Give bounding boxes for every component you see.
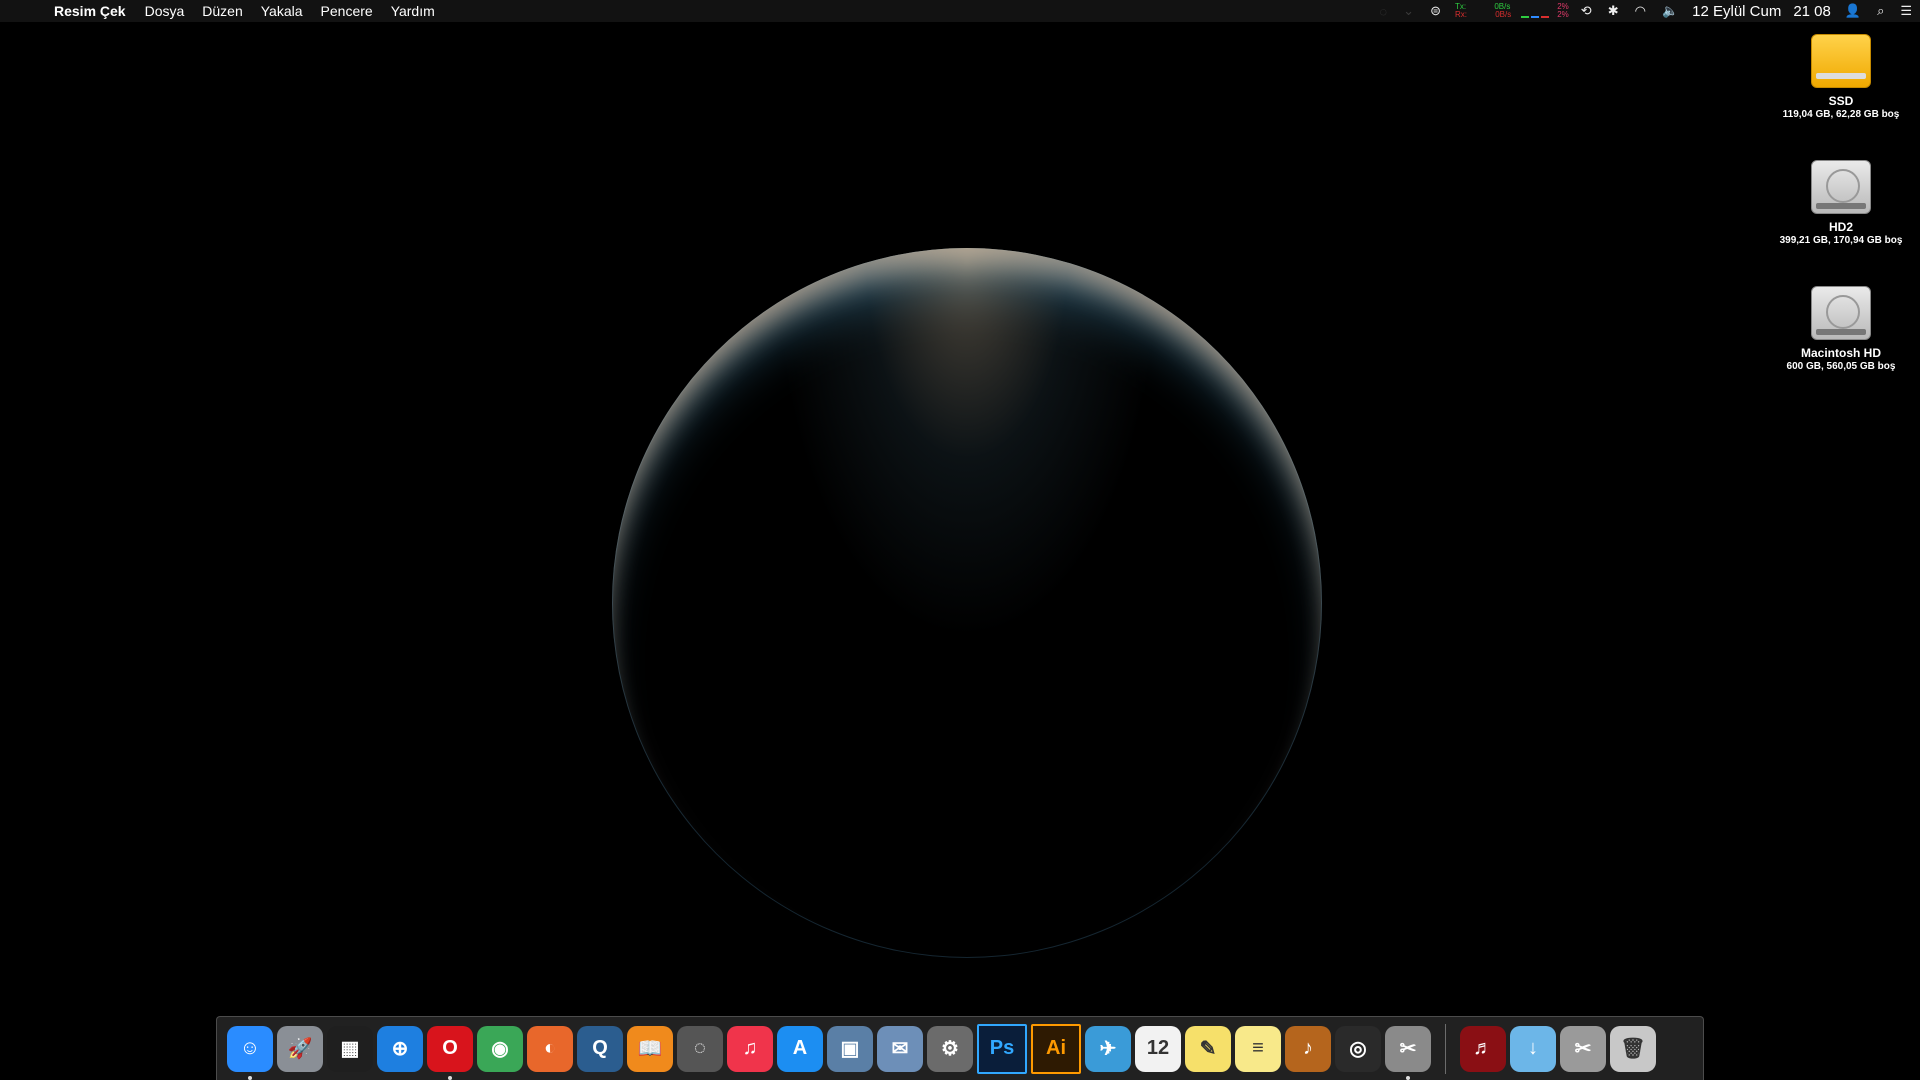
visibility-icon[interactable]: ◎ (1335, 1025, 1381, 1072)
dock-stacks: ♬ ↓ ✂ 🗑 (1458, 1025, 1658, 1072)
system-preferences-icon[interactable]: ⚙ (927, 1025, 973, 1072)
safari-icon[interactable]: ⊕ (377, 1025, 423, 1072)
quicktime-icon[interactable]: Q (577, 1025, 623, 1072)
memory-graph-icon[interactable] (1517, 4, 1553, 18)
finder-icon[interactable]: ☺ (227, 1025, 273, 1080)
opera-icon[interactable]: O (427, 1025, 473, 1080)
notification-center-icon[interactable]: ☰ (1892, 0, 1920, 22)
iphoto-icon[interactable]: ▣ (827, 1025, 873, 1072)
screenshot-icon[interactable]: ✂ (1385, 1025, 1431, 1080)
menu-bar: Resim Çek Dosya Düzen Yakala Pencere Yar… (0, 0, 1920, 22)
firefox-icon[interactable]: ◐ (527, 1025, 573, 1072)
downloads-folder-icon[interactable]: ↓ (1510, 1025, 1556, 1072)
menu-duzen[interactable]: Düzen (193, 3, 251, 19)
user-icon[interactable]: 👤 (1837, 0, 1869, 22)
desktop-drive-macintosh-hd[interactable]: Macintosh HD 600 GB, 560,05 GB boş (1761, 282, 1920, 373)
desktop-drive-hd2[interactable]: HD2 399,21 GB, 170,94 GB boş (1761, 156, 1920, 247)
hard-drive-icon (1811, 286, 1871, 340)
drive-name: SSD (1828, 94, 1854, 108)
drive-info: 600 GB, 560,05 GB boş (1786, 361, 1896, 372)
ibooks-icon[interactable]: 📖 (627, 1025, 673, 1072)
menu-yakala[interactable]: Yakala (252, 3, 312, 19)
chrome-icon[interactable]: ◉ (477, 1025, 523, 1072)
time-label[interactable]: 21 08 (1787, 3, 1837, 20)
spotlight-search-icon[interactable]: ⌕ (1869, 0, 1892, 22)
net-rx-value: 0B/s (1495, 10, 1512, 19)
network-monitor[interactable]: Tx: 0B/s Rx: 0B/s (1449, 3, 1517, 19)
preview-icon[interactable]: ✂ (1560, 1025, 1606, 1072)
app-menu[interactable]: Resim Çek (54, 3, 136, 19)
drive-status-icon[interactable]: ⊜ (1422, 0, 1449, 22)
date-label[interactable]: 12 Eylül Cum (1686, 3, 1787, 20)
ical-sync-icon[interactable]: ◌ (677, 1025, 723, 1072)
wifi-icon[interactable]: ◠ (1627, 0, 1654, 22)
drive-info: 119,04 GB, 62,28 GB boş (1782, 109, 1900, 120)
drive-info: 399,21 GB, 170,94 GB boş (1779, 235, 1903, 246)
notes-icon[interactable]: ≡ (1235, 1025, 1281, 1072)
menu-dosya[interactable]: Dosya (136, 3, 194, 19)
garageband-icon[interactable]: ♪ (1285, 1025, 1331, 1072)
cpu-monitor[interactable]: 2% 2% (1553, 3, 1573, 19)
bluetooth-icon[interactable]: ✱ (1600, 0, 1627, 22)
desktop-drive-ssd[interactable]: SSD 119,04 GB, 62,28 GB boş (1761, 30, 1920, 121)
illustrator-icon[interactable]: Ai (1031, 1023, 1081, 1074)
app-store-icon[interactable]: A (777, 1025, 823, 1072)
dock-apps: ☺ 🚀 ▦ ⊕ O ◉ ◐ Q 📖 ◌ ♫ A ▣ ✉ ⚙ Ps Ai ✈ 12 ✎ ≡ ♪ ◎ ✂ (225, 1023, 1433, 1080)
dock-separator (1445, 1023, 1446, 1074)
cpu-usage-bottom: 2% (1557, 10, 1569, 19)
time-machine-icon[interactable]: ⟲ (1573, 0, 1600, 22)
dock: ☺ 🚀 ▦ ⊕ O ◉ ◐ Q 📖 ◌ ♫ A ▣ ✉ ⚙ Ps Ai ✈ 12 ✎ ≡ ♪ ◎ ✂ ♬ ↓ ✂ 🗑 (216, 1016, 1704, 1080)
running-indicator (248, 1075, 252, 1080)
net-rx-label: Rx: (1454, 10, 1467, 19)
calendar-icon[interactable]: 12 (1135, 1025, 1181, 1072)
twitter-icon[interactable]: ✈ (1085, 1025, 1131, 1072)
mail-icon[interactable]: ✉ (877, 1025, 923, 1072)
trash-icon[interactable]: 🗑 (1610, 1025, 1656, 1072)
photoshop-icon[interactable]: Ps (977, 1023, 1027, 1074)
ssd-drive-icon (1811, 34, 1871, 88)
menu-yardim[interactable]: Yardım (382, 3, 444, 19)
earth-atmosphere-glow (612, 248, 1322, 958)
launchpad-icon[interactable]: 🚀 (277, 1025, 323, 1072)
menu-pencere[interactable]: Pencere (312, 3, 382, 19)
status-extra-icon[interactable]: ◌ (1371, 0, 1395, 22)
hard-drive-icon (1811, 160, 1871, 214)
drive-name: Macintosh HD (1800, 346, 1881, 360)
volume-icon[interactable]: 🔈 (1654, 0, 1686, 22)
status-arrow-icon[interactable]: ⌄ (1395, 0, 1422, 22)
itunes-icon[interactable]: ♫ (727, 1025, 773, 1072)
mission-control-icon[interactable]: ▦ (327, 1025, 373, 1072)
stickies-icon[interactable]: ✎ (1185, 1025, 1231, 1072)
running-indicator (1406, 1075, 1410, 1080)
running-indicator (448, 1075, 452, 1080)
drive-name: HD2 (1828, 220, 1853, 234)
guitar-pro-icon[interactable]: ♬ (1460, 1025, 1506, 1072)
